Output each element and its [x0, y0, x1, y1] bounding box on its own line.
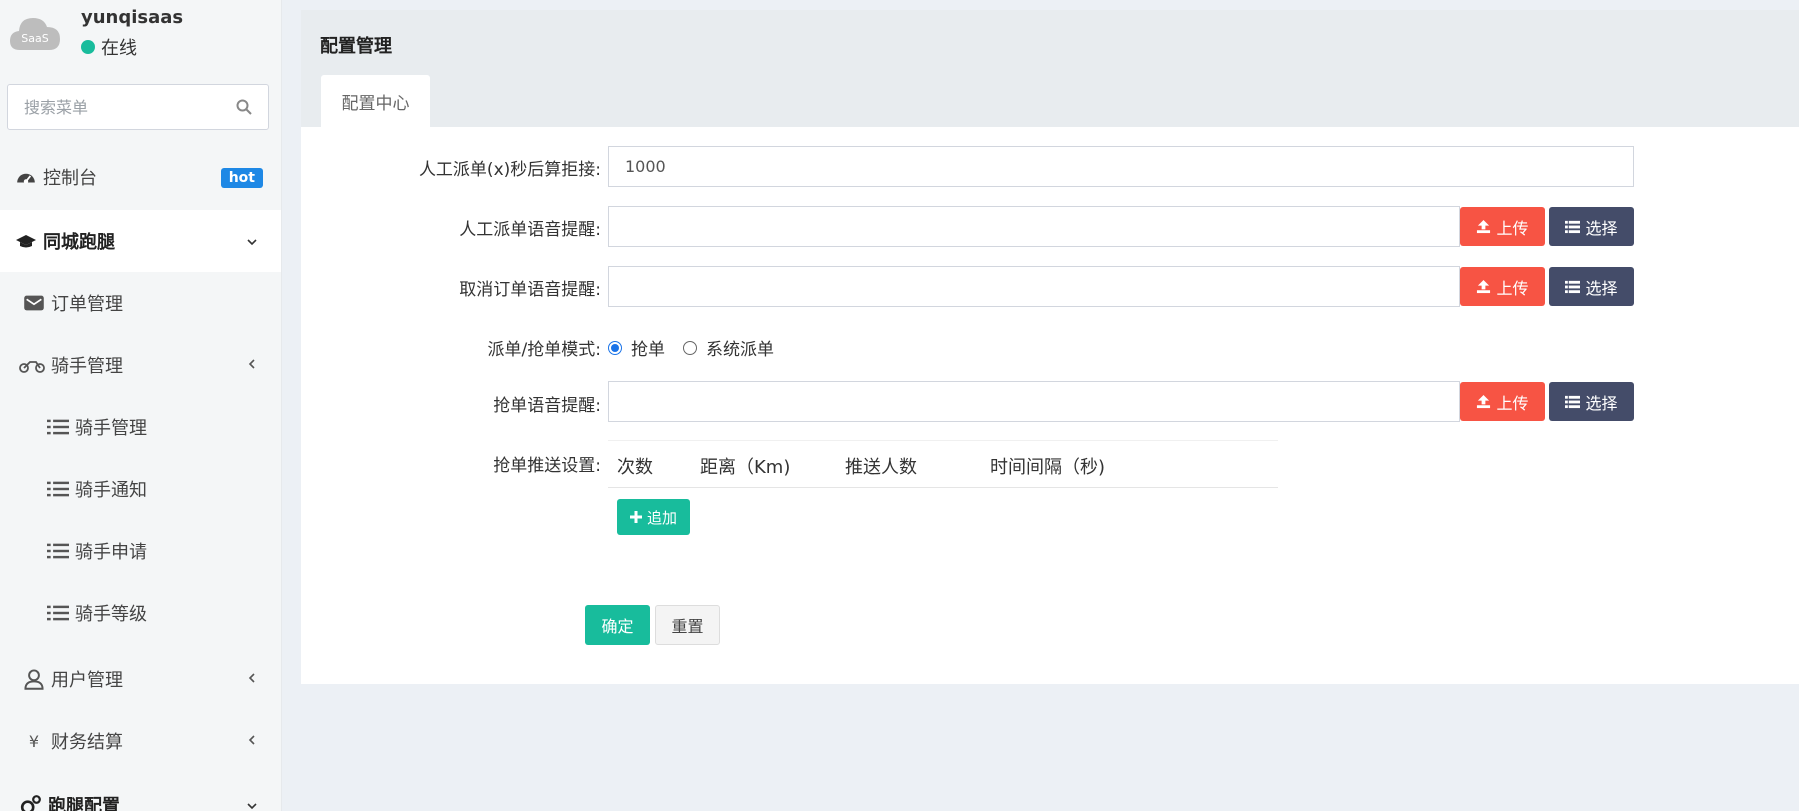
list-icon [47, 543, 69, 559]
add-push-row-button[interactable]: 追加 [617, 499, 690, 535]
upload-icon [1477, 219, 1491, 234]
graduation-cap-icon [16, 235, 36, 248]
reset-button[interactable]: 重置 [655, 605, 720, 645]
hot-badge: hot [220, 168, 263, 188]
list-icon [47, 605, 69, 621]
chevron-down-icon [247, 239, 257, 246]
list-icon [1565, 395, 1581, 409]
yen-icon: ¥ [28, 731, 40, 751]
sidebar-item-rider-manage[interactable]: 骑手管理 [0, 396, 281, 458]
sidebar-item-dashboard[interactable]: 控制台 hot [0, 146, 281, 208]
push-settings-table: 次数 距离（Km) 推送人数 时间间隔（秒) [608, 440, 1278, 488]
mode-radio-system[interactable] [683, 340, 697, 355]
tab-config-center[interactable]: 配置中心 [321, 75, 430, 127]
sidebar-item-label: 同城跑腿 [43, 232, 115, 253]
online-dot-icon [81, 40, 95, 54]
saas-cloud-avatar: SaaS [10, 18, 60, 50]
grab-voice-upload-button[interactable]: 上传 [1460, 382, 1545, 421]
grab-voice-select-button[interactable]: 选择 [1549, 382, 1634, 421]
select-label: 选择 [1585, 218, 1618, 238]
sidebar-item-label: 骑手管理 [51, 356, 123, 377]
grab-voice-label: 抢单语音提醒: [493, 396, 601, 416]
sidebar-item-errand[interactable]: 同城跑腿 [0, 210, 281, 272]
config-panel: 配置管理 配置中心 人工派单(x)秒后算拒接: 人工派单语音提醒: 上传 选择 … [301, 10, 1799, 684]
column-header: 推送人数 [845, 457, 917, 478]
chevron-left-icon [248, 359, 255, 369]
manual-voice-upload-button[interactable]: 上传 [1460, 207, 1545, 246]
dashboard-icon [17, 173, 35, 184]
sidebar-item-orders[interactable]: 订单管理 [0, 272, 281, 334]
username: yunqisaas [81, 7, 184, 28]
upload-icon [1477, 394, 1491, 409]
user-icon [24, 669, 44, 690]
motorcycle-icon [19, 361, 45, 373]
plus-icon [629, 511, 642, 523]
list-icon [1565, 280, 1581, 294]
search-icon[interactable] [236, 99, 252, 115]
manual-voice-select-button[interactable]: 选择 [1549, 207, 1634, 246]
sidebar-item-rider-notice[interactable]: 骑手通知 [0, 458, 281, 520]
menu-search [7, 84, 269, 130]
sidebar-item-label: 骑手等级 [75, 604, 147, 625]
cancel-voice-select-button[interactable]: 选择 [1549, 267, 1634, 306]
chevron-left-icon [248, 673, 255, 683]
page-title: 配置管理 [320, 36, 392, 57]
sidebar-item-users[interactable]: 用户管理 [0, 648, 281, 710]
manual-voice-label: 人工派单语音提醒: [459, 220, 601, 240]
manual-voice-input[interactable] [608, 206, 1460, 247]
manual-reject-input[interactable] [608, 146, 1634, 187]
status-text: 在线 [101, 38, 137, 59]
chevron-left-icon [248, 735, 255, 745]
mode-radio-grab[interactable] [608, 340, 622, 355]
upload-label: 上传 [1496, 278, 1529, 298]
cancel-voice-label: 取消订单语音提醒: [459, 280, 601, 300]
mode-radio-group: 抢单 系统派单 [608, 335, 774, 360]
select-label: 选择 [1585, 393, 1618, 413]
submit-button[interactable]: 确定 [585, 605, 650, 645]
user-panel: SaaS yunqisaas 在线 [0, 0, 281, 70]
mode-option-system[interactable]: 系统派单 [706, 335, 774, 360]
menu-search-input[interactable] [8, 85, 218, 129]
grab-voice-input[interactable] [608, 381, 1460, 422]
cancel-voice-upload-button[interactable]: 上传 [1460, 267, 1545, 306]
cancel-voice-input[interactable] [608, 266, 1460, 307]
online-status: 在线 [81, 34, 137, 60]
chevron-down-icon [247, 803, 257, 810]
list-icon [1565, 220, 1581, 234]
sidebar-item-label: 跑腿配置 [48, 796, 120, 811]
gears-icon [20, 795, 41, 811]
manual-reject-label: 人工派单(x)秒后算拒接: [418, 160, 601, 180]
upload-label: 上传 [1496, 218, 1529, 238]
sidebar-item-label: 骑手申请 [75, 542, 147, 563]
envelope-icon [24, 295, 44, 311]
sidebar-item-label: 骑手管理 [75, 418, 147, 439]
column-header: 次数 [617, 457, 653, 478]
upload-label: 上传 [1496, 393, 1529, 413]
sidebar-item-finance[interactable]: ¥ 财务结算 [0, 710, 281, 772]
panel-heading: 配置管理 配置中心 [301, 10, 1799, 127]
avatar-text: SaaS [21, 32, 48, 45]
sidebar-item-label: 骑手通知 [75, 480, 147, 501]
sidebar-item-errand-config[interactable]: 跑腿配置 [0, 774, 281, 811]
list-icon [47, 419, 69, 435]
sidebar-item-rider-level[interactable]: 骑手等级 [0, 582, 281, 644]
sidebar-item-rider-apply[interactable]: 骑手申请 [0, 520, 281, 582]
sidebar-item-riders[interactable]: 骑手管理 [0, 334, 281, 396]
sidebar-item-label: 控制台 [43, 168, 97, 189]
upload-icon [1477, 279, 1491, 294]
column-header: 距离（Km) [700, 457, 791, 478]
mode-label: 派单/抢单模式: [487, 340, 601, 360]
list-icon [47, 481, 69, 497]
sidebar-item-label: 财务结算 [51, 732, 123, 753]
mode-option-grab[interactable]: 抢单 [631, 335, 665, 360]
select-label: 选择 [1585, 278, 1618, 298]
sidebar-item-label: 用户管理 [51, 670, 123, 691]
push-label: 抢单推送设置: [493, 456, 601, 476]
column-header: 时间间隔（秒) [990, 457, 1106, 478]
sidebar-item-label: 订单管理 [51, 294, 123, 315]
sidebar: SaaS yunqisaas 在线 控制台 hot 同城跑腿 订单管理 骑手管理 [0, 0, 282, 811]
add-label: 追加 [646, 508, 677, 527]
